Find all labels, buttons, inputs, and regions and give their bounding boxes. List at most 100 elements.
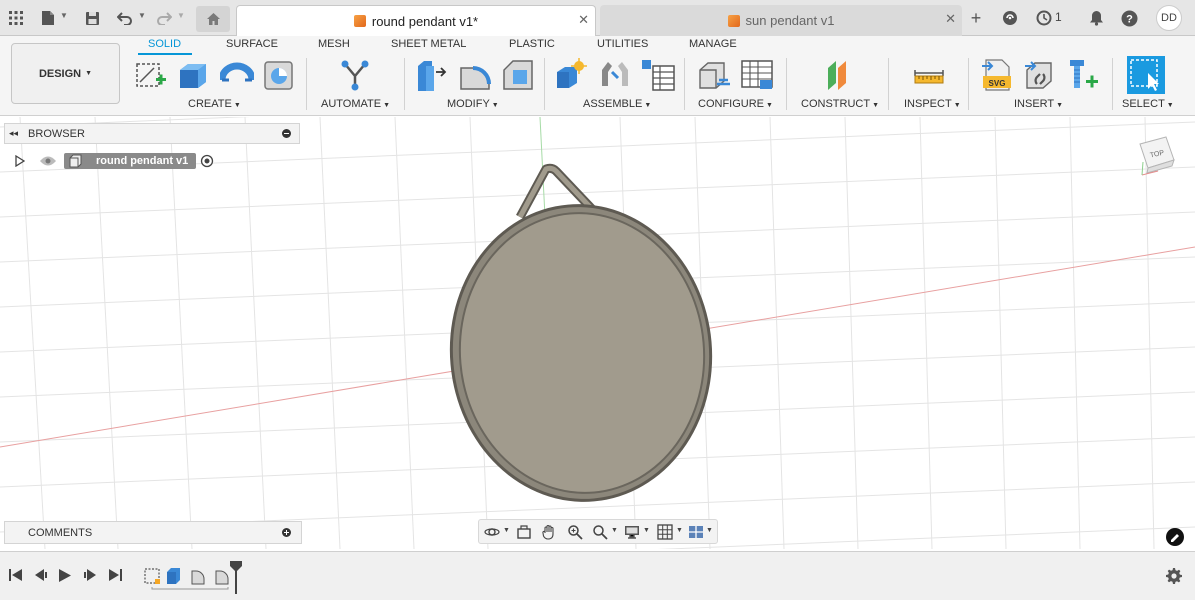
group-divider [306,58,307,110]
select-menu[interactable]: SELECT ▼ [1122,98,1174,110]
viewports-icon[interactable] [687,523,705,541]
workspace-switcher-button[interactable]: DESIGN ▼ [11,43,120,104]
feedback-icon[interactable] [1166,528,1184,546]
display-settings-icon[interactable] [623,523,641,541]
create-menu[interactable]: CREATE ▼ [188,98,241,110]
offset-plane-icon[interactable] [822,58,856,92]
automate-icon[interactable] [338,58,372,92]
file-menu-icon[interactable] [38,8,58,28]
undo-icon[interactable] [115,8,135,28]
joint-icon[interactable] [598,58,632,92]
new-component-icon[interactable] [554,58,588,92]
redo-caret-icon[interactable]: ▼ [177,11,185,20]
select-icon[interactable] [1127,56,1165,94]
collapse-panel-icon[interactable]: ◂◂ [9,128,18,139]
step-back-icon[interactable] [34,569,47,584]
shell-icon[interactable] [262,58,296,92]
file-menu-caret-icon[interactable]: ▼ [60,11,68,20]
play-icon[interactable] [59,569,71,585]
notifications-bell-icon[interactable] [1086,8,1106,28]
inspect-menu[interactable]: INSPECT ▼ [904,98,961,110]
zoom-caret-icon[interactable]: ▼ [611,527,618,534]
home-button[interactable] [196,6,230,32]
browser-root-node[interactable]: round pendant v1 [15,150,214,172]
step-forward-icon[interactable] [84,569,97,584]
pan-hand-icon[interactable] [540,523,558,541]
go-to-start-icon[interactable] [9,569,22,584]
redo-icon[interactable] [154,8,174,28]
go-to-end-icon[interactable] [109,569,122,584]
assemble-menu[interactable]: ASSEMBLE ▼ [583,98,651,110]
measure-icon[interactable] [912,58,946,92]
display-caret-icon[interactable]: ▼ [643,527,650,534]
configure-menu[interactable]: CONFIGURE ▼ [698,98,773,110]
comments-panel-header[interactable]: COMMENTS [4,521,302,544]
extrude-icon[interactable] [176,58,210,92]
insert-mcmaster-icon[interactable] [1066,58,1100,92]
undo-caret-icon[interactable]: ▼ [138,11,146,20]
fillet-icon[interactable] [458,58,492,92]
revolve-icon[interactable] [220,58,254,92]
fit-zoom-window-icon[interactable] [591,523,609,541]
tab-surface[interactable]: SURFACE [226,38,278,50]
job-status-icon[interactable] [1034,8,1054,28]
timeline-marker-icon[interactable] [229,560,243,594]
press-pull-icon[interactable] [414,58,448,92]
3d-canvas[interactable]: TOP [0,117,1195,549]
tab-utilities[interactable]: UTILITIES [597,38,648,50]
timeline-sketch-feature[interactable] [144,568,160,584]
timeline-settings-gear-icon[interactable] [1166,568,1182,589]
chevron-down-icon: ▼ [85,70,93,77]
look-at-icon[interactable] [515,523,533,541]
timeline-fillet-feature[interactable] [191,570,205,585]
save-icon[interactable] [82,8,102,28]
create-sketch-icon[interactable] [134,58,168,92]
automate-menu[interactable]: AUTOMATE ▼ [321,98,390,110]
insert-svg-icon[interactable]: SVG [980,58,1014,92]
ground-grid [0,117,1195,549]
app-grid-icon[interactable] [6,8,26,28]
tab-mesh[interactable]: MESH [318,38,350,50]
configure-design-icon[interactable] [697,58,731,92]
close-tab-icon[interactable]: ✕ [945,11,956,27]
grid-snaps-icon[interactable] [656,523,674,541]
new-tab-icon[interactable]: + [966,8,986,28]
viewports-caret-icon[interactable]: ▼ [706,527,713,534]
comments-title: COMMENTS [28,526,93,539]
pendant-model[interactable] [438,163,725,513]
timeline-features [142,566,240,590]
close-tab-icon[interactable]: ✕ [578,12,589,28]
orbit-caret-icon[interactable]: ▼ [503,527,510,534]
tab-manage[interactable]: MANAGE [689,38,737,50]
activate-component-icon[interactable] [200,154,214,168]
browser-panel-header[interactable]: ◂◂ BROWSER [4,123,300,144]
document-tab-sun-pendant[interactable]: sun pendant v1 ✕ [600,5,962,36]
chevron-down-icon: ▼ [766,102,773,109]
chamfer-icon[interactable] [501,58,535,92]
expand-triangle-icon[interactable] [15,155,25,167]
add-comment-icon[interactable] [282,528,291,537]
extensions-icon[interactable] [1000,8,1020,28]
assembly-table-icon[interactable] [641,58,675,92]
timeline-bar [0,551,1195,600]
browser-options-icon[interactable] [282,129,291,138]
grid-caret-icon[interactable]: ▼ [676,527,683,534]
component-chip[interactable]: round pendant v1 [64,153,197,169]
visibility-eye-icon[interactable] [39,155,57,167]
insert-menu[interactable]: INSERT ▼ [1014,98,1063,110]
modify-menu[interactable]: MODIFY ▼ [447,98,499,110]
chevron-down-icon: ▼ [953,102,961,109]
insert-derive-icon[interactable] [1023,58,1057,92]
tab-sheet-metal[interactable]: SHEET METAL [391,38,466,50]
tab-plastic[interactable]: PLASTIC [509,38,555,50]
orbit-icon[interactable] [483,523,501,541]
zoom-icon[interactable] [566,523,584,541]
construct-menu[interactable]: CONSTRUCT ▼ [801,98,879,110]
help-icon[interactable]: ? [1119,8,1139,28]
timeline-fillet-feature[interactable] [215,570,229,585]
tab-solid[interactable]: SOLID [148,38,181,50]
document-tab-round-pendant[interactable]: round pendant v1* ✕ [236,5,596,36]
timeline-extrude-feature[interactable] [167,568,180,584]
configuration-table-icon[interactable] [740,58,774,92]
user-avatar[interactable]: DD [1156,5,1182,31]
